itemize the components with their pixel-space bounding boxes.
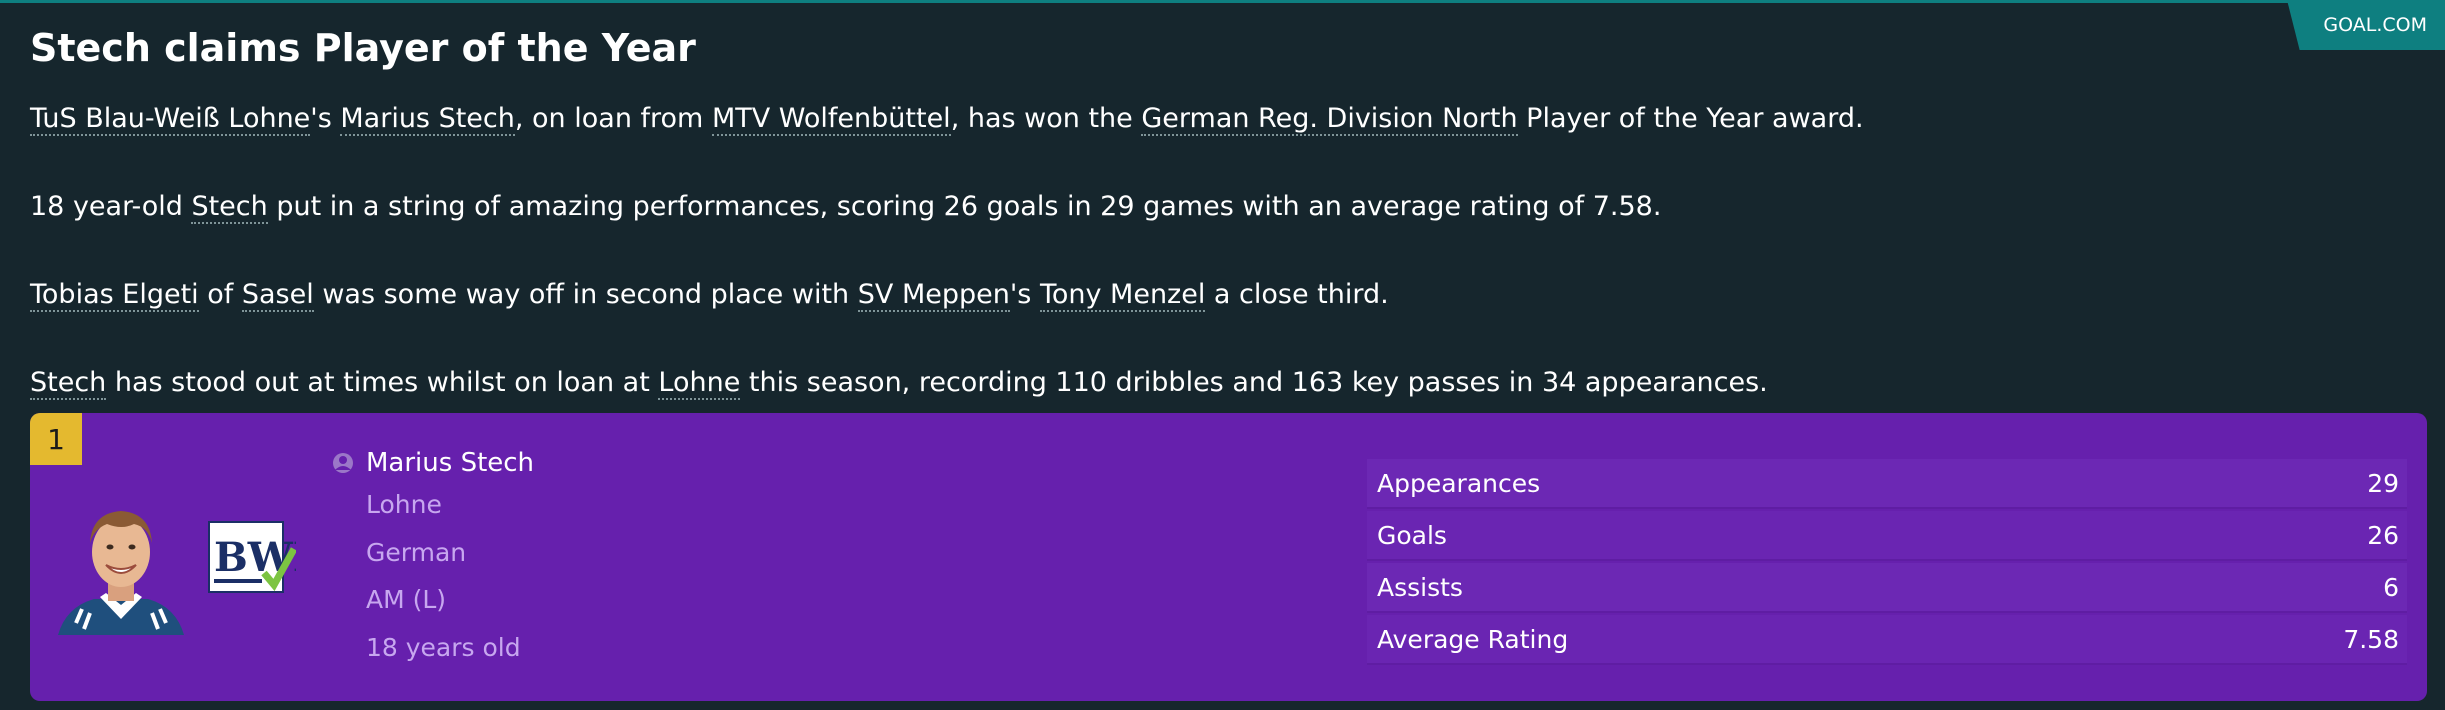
player-award-card: 1 BWL Marius Stech Lohne German AM (L) 1… — [30, 413, 2427, 701]
stat-value: 29 — [2367, 468, 2399, 498]
stat-label: Goals — [1377, 520, 1447, 550]
player-age: 18 years old — [366, 632, 521, 662]
text: 's — [310, 103, 341, 134]
text: a close third. — [1205, 279, 1389, 310]
stat-value: 6 — [2383, 572, 2399, 602]
club-link[interactable]: TuS Blau-Weiß Lohne — [30, 103, 311, 136]
second-place-club-link[interactable]: Sasel — [241, 279, 314, 312]
stat-row-average-rating: Average Rating 7.58 — [1367, 615, 2407, 665]
person-icon — [333, 453, 353, 473]
player-photo[interactable] — [52, 497, 190, 635]
loan-club-link[interactable]: MTV Wolfenbüttel — [711, 103, 951, 136]
top-accent-line — [0, 0, 2445, 3]
source-tag[interactable]: GOAL.COM — [2287, 0, 2445, 50]
stat-row-appearances: Appearances 29 — [1367, 459, 2407, 509]
text: was some way off in second place with — [313, 279, 858, 310]
text: , has won the — [950, 103, 1142, 134]
text: this season, recording 110 dribbles and … — [740, 367, 1768, 398]
text: has stood out at times whilst on loan at — [106, 367, 659, 398]
stat-value: 26 — [2367, 520, 2399, 550]
player-club: Lohne — [366, 490, 442, 519]
club-badge[interactable]: BWL — [208, 521, 296, 593]
text: Player of the Year award. — [1517, 103, 1864, 134]
stat-row-assists: Assists 6 — [1367, 563, 2407, 613]
article-paragraph-1: TuS Blau-Weiß Lohne's Marius Stech, on l… — [30, 102, 2280, 136]
article-body: TuS Blau-Weiß Lohne's Marius Stech, on l… — [30, 102, 2280, 400]
player-name-row[interactable]: Marius Stech — [332, 445, 534, 481]
player-nationality: German — [366, 537, 467, 567]
stat-value: 7.58 — [2343, 624, 2399, 654]
stat-label: Appearances — [1377, 468, 1541, 498]
article-paragraph-2: 18 year-old Stech put in a string of ama… — [30, 190, 2280, 224]
stats-table: Appearances 29 Goals 26 Assists 6 Averag… — [1367, 459, 2407, 667]
player-position: AM (L) — [366, 585, 447, 614]
stat-label: Assists — [1377, 572, 1463, 602]
text: , on loan from — [514, 103, 712, 134]
third-place-club-link[interactable]: SV Meppen — [857, 279, 1010, 312]
player-link[interactable]: Stech — [30, 367, 107, 400]
stat-label: Average Rating — [1377, 624, 1569, 654]
text: 's — [1009, 279, 1040, 310]
text: of — [198, 279, 242, 310]
player-info: Marius Stech Lohne German AM (L) 18 year… — [332, 445, 534, 671]
player-link[interactable]: Stech — [191, 191, 268, 224]
text: 18 year-old — [30, 191, 192, 222]
article-paragraph-4: Stech has stood out at times whilst on l… — [30, 366, 2280, 400]
club-link[interactable]: Lohne — [658, 367, 741, 400]
rank-badge: 1 — [30, 413, 82, 465]
third-place-player-link[interactable]: Tony Menzel — [1039, 279, 1206, 312]
source-label: GOAL.COM — [2323, 14, 2427, 36]
news-headline: Stech claims Player of the Year — [30, 26, 696, 70]
article-paragraph-3: Tobias Elgeti of Sasel was some way off … — [30, 278, 2280, 312]
second-place-player-link[interactable]: Tobias Elgeti — [30, 279, 199, 312]
player-name[interactable]: Marius Stech — [366, 448, 534, 478]
player-link[interactable]: Marius Stech — [340, 103, 515, 136]
competition-link[interactable]: German Reg. Division North — [1141, 103, 1518, 136]
text: put in a string of amazing performances,… — [267, 191, 1662, 222]
stat-row-goals: Goals 26 — [1367, 511, 2407, 561]
